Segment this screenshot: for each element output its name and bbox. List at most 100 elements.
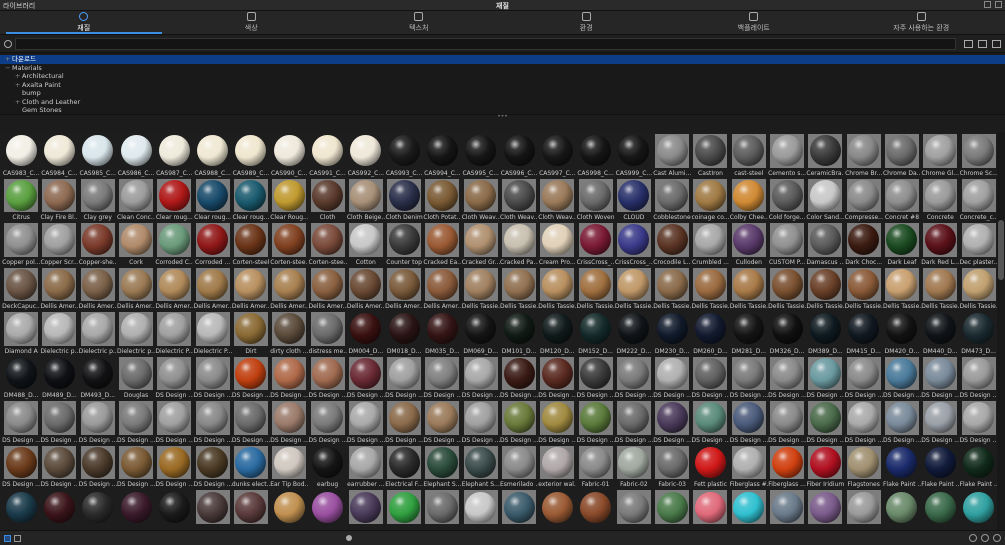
material-item[interactable]: Dellis Tassie... <box>883 266 921 310</box>
material-item[interactable]: Dellis Amer... <box>232 266 270 310</box>
material-item[interactable]: CAS998_C... <box>576 132 614 177</box>
material-item[interactable]: DS Design ... <box>959 399 997 444</box>
material-item[interactable]: DS Design ... <box>921 355 959 399</box>
scrollbar-thumb[interactable] <box>998 220 1004 280</box>
tree-node[interactable]: + Cloth and Leather <box>0 98 1005 107</box>
material-item[interactable]: CAS985_C... <box>79 132 117 177</box>
material-item[interactable]: DS Design ... <box>845 399 883 444</box>
material-item[interactable]: Chrome Br... <box>845 132 883 177</box>
material-item[interactable]: DS Design ... <box>538 355 576 399</box>
material-item[interactable]: DM326_D... <box>768 310 806 355</box>
material-item[interactable]: DS Design ... <box>423 399 461 444</box>
material-item[interactable]: Cast Alumi... <box>653 132 691 177</box>
material-item[interactable]: Dirt <box>232 310 270 355</box>
material-item[interactable]: DS Design ... <box>117 444 155 488</box>
material-item[interactable]: dirty cloth ... <box>270 310 308 355</box>
material-item[interactable] <box>423 488 461 530</box>
material-item[interactable]: Flake Paint ... <box>883 444 921 488</box>
material-item[interactable]: Dellis Amer... <box>155 266 193 310</box>
material-item[interactable]: Cemento s... <box>768 132 806 177</box>
material-item[interactable]: Cloth <box>308 177 346 221</box>
material-item[interactable]: Clean Conc... <box>117 177 155 221</box>
material-item[interactable]: DS Design ... <box>347 399 385 444</box>
material-item[interactable]: DS Design ... <box>423 355 461 399</box>
material-item[interactable] <box>615 488 653 530</box>
material-item[interactable]: Douglas <box>117 355 155 399</box>
material-item[interactable]: Concrete_c... <box>959 177 997 221</box>
material-item[interactable]: DS Design ... <box>2 399 40 444</box>
material-item[interactable]: CAS991_C... <box>308 132 346 177</box>
expander-icon[interactable]: + <box>15 98 22 107</box>
material-item[interactable]: CeramicBra... <box>806 132 844 177</box>
refresh-icon[interactable] <box>992 39 1001 48</box>
material-item[interactable]: CAS986_C... <box>117 132 155 177</box>
material-item[interactable]: DM420_D... <box>883 310 921 355</box>
material-item[interactable]: DS Design ... <box>806 399 844 444</box>
material-item[interactable] <box>576 488 614 530</box>
material-item[interactable]: Clear roug... <box>232 177 270 221</box>
material-item[interactable]: CAS989_C... <box>232 132 270 177</box>
panel-splitter[interactable]: ••• <box>0 114 1005 120</box>
material-item[interactable] <box>959 488 997 530</box>
material-item[interactable]: CAS990_C... <box>270 132 308 177</box>
material-item[interactable]: DM152_D... <box>576 310 614 355</box>
restore-icon[interactable] <box>984 1 991 8</box>
material-item[interactable]: Fett plastic <box>691 444 729 488</box>
material-item[interactable]: Compresse... <box>845 177 883 221</box>
material-item[interactable]: CAS992_C... <box>347 132 385 177</box>
material-item[interactable]: DM018_D... <box>385 310 423 355</box>
material-item[interactable]: DS Design ... <box>845 355 883 399</box>
material-item[interactable]: Dellis Tassie... <box>730 266 768 310</box>
material-item[interactable]: DS Design ... <box>2 444 40 488</box>
material-item[interactable]: Dellis Amer... <box>79 266 117 310</box>
material-item[interactable]: DM488_D... <box>2 355 40 399</box>
material-item[interactable]: DM440_D... <box>921 310 959 355</box>
material-item[interactable]: DeckCapuc... <box>2 266 40 310</box>
material-item[interactable]: Chrome Da... <box>883 132 921 177</box>
material-item[interactable]: DS Design ... <box>959 355 997 399</box>
material-item[interactable]: Fiberglass #... <box>730 444 768 488</box>
material-item[interactable]: Cloth Beige... <box>347 177 385 221</box>
material-item[interactable]: Flagstones <box>845 444 883 488</box>
material-item[interactable]: DM473_D... <box>959 310 997 355</box>
grid-view-icon[interactable] <box>4 534 11 542</box>
tree-node[interactable]: bump <box>0 89 1005 98</box>
material-item[interactable] <box>538 488 576 530</box>
material-item[interactable]: distress me... <box>308 310 347 355</box>
material-item[interactable]: DM389_D... <box>806 310 844 355</box>
expander-icon[interactable]: + <box>15 72 22 81</box>
tab-2[interactable]: 텍스처 <box>335 11 503 34</box>
tab-3[interactable]: 환경 <box>503 11 671 34</box>
material-item[interactable]: Dellis Amer... <box>117 266 155 310</box>
material-item[interactable]: DS Design ... <box>500 399 538 444</box>
material-item[interactable]: DS Design ... <box>691 355 729 399</box>
material-item[interactable]: DS Design ... <box>462 399 500 444</box>
material-item[interactable] <box>308 488 346 530</box>
material-item[interactable]: Chrome Sc... <box>959 132 997 177</box>
material-item[interactable]: Dellis Tassie... <box>768 266 806 310</box>
material-item[interactable]: DS Design ... <box>691 399 729 444</box>
material-item[interactable]: DS Design ... <box>538 399 576 444</box>
material-item[interactable]: DS Design ... <box>653 399 691 444</box>
tab-1[interactable]: 색상 <box>168 11 336 34</box>
material-item[interactable]: Cold forge... <box>768 177 806 221</box>
material-item[interactable]: CAS995_C... <box>462 132 500 177</box>
material-item[interactable]: Crumbled ... <box>691 221 729 266</box>
material-item[interactable]: Corten-stee... <box>308 221 347 266</box>
material-item[interactable]: DS Design ... <box>730 355 768 399</box>
material-item[interactable]: DS Design ... <box>500 355 538 399</box>
tree-node[interactable]: + Architectural <box>0 72 1005 81</box>
material-item[interactable]: DS Design ... <box>576 355 615 399</box>
open-folder-icon[interactable] <box>964 39 973 48</box>
material-item[interactable]: Color Sand... <box>806 177 844 221</box>
material-item[interactable]: Concrete <box>921 177 959 221</box>
material-item[interactable] <box>385 488 423 530</box>
close-icon[interactable] <box>995 1 1002 8</box>
material-item[interactable]: DS Design ... <box>768 399 806 444</box>
search-small-icon[interactable] <box>14 534 21 542</box>
material-item[interactable]: Dellis Tassie... <box>959 266 997 310</box>
material-item[interactable]: DM101_D... <box>500 310 538 355</box>
material-item[interactable]: Fabric-01 <box>576 444 614 488</box>
material-item[interactable]: Dellis Tassie... <box>615 266 653 310</box>
material-item[interactable]: DS Design ... <box>40 444 78 488</box>
